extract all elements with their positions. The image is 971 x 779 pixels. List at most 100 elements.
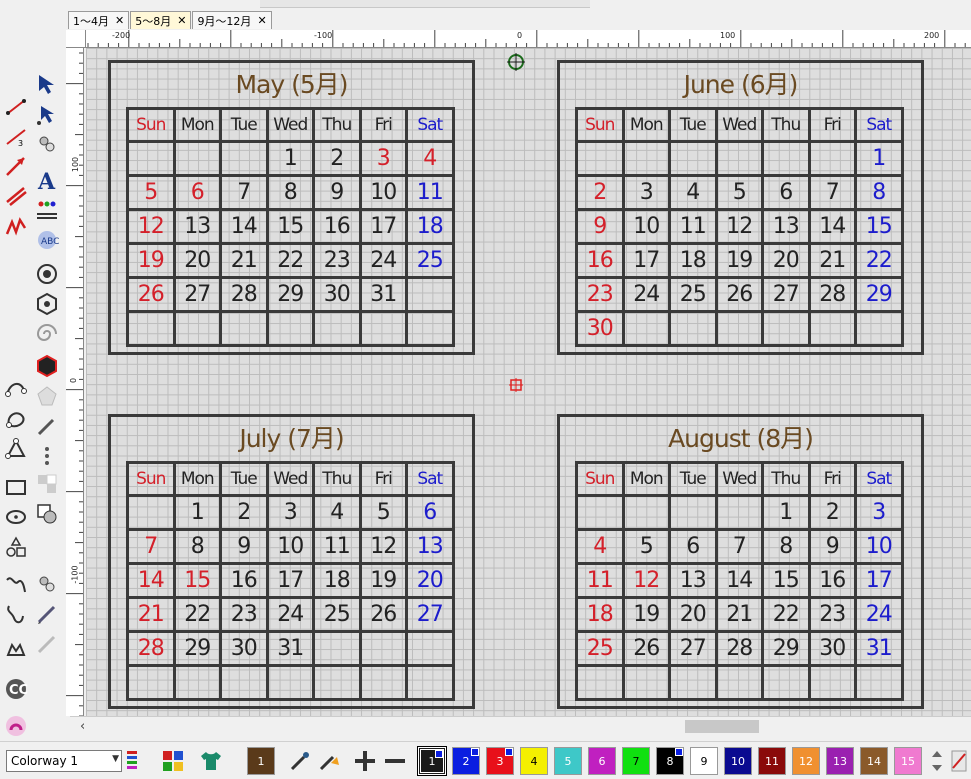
calendar-day-cell [575, 494, 625, 531]
pentagon-icon[interactable] [33, 382, 61, 410]
close-icon[interactable]: ✕ [115, 14, 124, 27]
pen-icon[interactable] [33, 600, 61, 628]
start-point-icon[interactable] [507, 53, 525, 71]
calendar-day-cell: 24 [854, 596, 904, 633]
text-icon[interactable]: A [33, 166, 61, 194]
palette-swatch-8[interactable]: 8 [656, 747, 684, 775]
scroll-left-icon[interactable]: ‹ [80, 719, 85, 734]
shirt-icon[interactable] [198, 748, 224, 774]
ellipse-icon[interactable] [2, 503, 30, 531]
freehand-icon[interactable] [2, 570, 30, 598]
center-point-icon[interactable] [509, 378, 523, 392]
palette-swatch-4[interactable]: 4 [520, 747, 548, 775]
calendar-day-cell: 22 [761, 596, 811, 633]
palette-swatch-5[interactable]: 5 [554, 747, 582, 775]
freehand-closed-icon[interactable] [2, 600, 30, 628]
paint-bucket-icon[interactable] [316, 748, 342, 774]
zigzag-stitch-icon[interactable] [2, 212, 30, 240]
pen-disabled-icon[interactable] [33, 630, 61, 658]
select-arrow-icon[interactable] [33, 70, 61, 98]
hexagon-icon[interactable] [33, 290, 61, 318]
calendar-day-cell [761, 664, 811, 701]
current-color-swatch[interactable]: 1 [247, 747, 275, 775]
calendar-day-cell: 28 [219, 276, 269, 313]
design-canvas[interactable]: May (5月) Sun Mon Tue Wed Thu Fri Sat 1 2 3 4 5 6 7 8 9 1… [86, 48, 971, 716]
weekday-header: Wed [265, 107, 315, 143]
color-grid-icon[interactable] [160, 748, 186, 774]
close-icon[interactable]: ✕ [177, 14, 186, 27]
calendar-day-cell: 21 [219, 242, 269, 279]
calendar-day-cell: 26 [126, 276, 176, 313]
closed-curve-icon[interactable] [2, 405, 30, 433]
palette-scroll-icon[interactable] [930, 748, 944, 774]
lettering-icon[interactable]: ABC [33, 226, 61, 254]
stitch-converter-icon[interactable] [33, 570, 61, 598]
palette-swatch-9[interactable]: 9 [690, 747, 718, 775]
tab-sep-dec[interactable]: 9月～12月 ✕ [192, 11, 272, 29]
palette-swatch-1[interactable]: 1 [417, 746, 447, 776]
tab-jan-apr[interactable]: 1～4月 ✕ [68, 11, 130, 29]
calendar-july[interactable]: July (7月) Sun Mon Tue Wed Thu Fri Sat 1 2 3 4 5 6 7 8 9… [108, 414, 475, 709]
add-color-icon[interactable] [352, 748, 378, 774]
palette-swatch-label: 15 [901, 754, 915, 768]
colorway-list-icon[interactable] [125, 748, 139, 774]
weekday-header: Wed [714, 461, 764, 497]
calendar-day-cell: 8 [854, 174, 904, 211]
ruler-label: 100 [71, 156, 81, 173]
remove-color-icon[interactable] [382, 748, 408, 774]
point-edit-icon[interactable] [33, 100, 61, 128]
calendar-day-cell: 27 [405, 596, 455, 633]
palette-swatch-7[interactable]: 7 [622, 747, 650, 775]
arrow-stitch-icon[interactable] [2, 152, 30, 180]
calendar-day-cell: 9 [575, 208, 625, 245]
thread-chart-icon[interactable] [950, 748, 968, 774]
tab-may-aug[interactable]: 5～8月 ✕ [130, 11, 192, 29]
weekday-header: Sun [575, 461, 625, 497]
calendar-day-cell: 21 [807, 242, 857, 279]
palette-swatch-15[interactable]: 15 [894, 747, 922, 775]
palette-swatch-10[interactable]: 10 [724, 747, 752, 775]
colorway-select[interactable]: Colorway 1 ▼ [6, 750, 122, 772]
palette-swatch-3[interactable]: 3 [486, 747, 514, 775]
stitch-edit-icon[interactable] [33, 130, 61, 158]
fill-stop-icon[interactable] [33, 352, 61, 380]
brush-icon[interactable] [33, 412, 61, 440]
weekday-header: Mon [621, 461, 671, 497]
ruler-label: -200 [112, 31, 131, 40]
text-on-path-icon[interactable] [33, 196, 61, 224]
calendar-day-cell: 21 [126, 596, 176, 633]
applique-icon[interactable] [2, 635, 30, 663]
calendar-day-cell: 15 [172, 562, 222, 599]
eyedropper-icon[interactable] [287, 748, 313, 774]
calendar-june[interactable]: June (6月) Sun Mon Tue Wed Thu Fri Sat 1 2 3 4 5 6 7 8 9… [557, 60, 924, 355]
radial-fill-icon[interactable] [33, 260, 61, 288]
spiral-icon[interactable] [33, 320, 61, 348]
horizontal-scrollbar[interactable]: ‹ [70, 716, 971, 736]
dots-icon[interactable] [33, 442, 61, 470]
combine-shapes-icon[interactable] [33, 500, 61, 528]
scrollbar-thumb[interactable] [685, 720, 759, 733]
fill-pattern-icon[interactable] [33, 470, 61, 498]
calendar-august[interactable]: August (8月) Sun Mon Tue Wed Thu Fri Sat 1 2 3 4 5 6 7… [557, 414, 924, 709]
double-line-icon[interactable] [2, 182, 30, 210]
palette-swatch-14[interactable]: 14 [860, 747, 888, 775]
calendar-week-row: 1234 [126, 140, 455, 177]
polygon-node-icon[interactable] [2, 435, 30, 463]
close-icon[interactable]: ✕ [257, 14, 266, 27]
calendar-week-row: 16 17 18 19 20 21 22 [575, 242, 904, 279]
palette-swatch-12[interactable]: 12 [792, 747, 820, 775]
calendar-day-cell [172, 664, 222, 701]
palette-swatch-13[interactable]: 13 [826, 747, 854, 775]
calendar-may[interactable]: May (5月) Sun Mon Tue Wed Thu Fri Sat 1 2 3 4 5 6 7 8 9 1… [108, 60, 475, 355]
triple-stitch-icon[interactable]: 3 [2, 122, 30, 150]
magnet-icon[interactable] [2, 712, 30, 740]
calendar-day-cell: 16 [807, 562, 857, 599]
line-stitch-icon[interactable] [2, 92, 30, 120]
palette-swatch-11[interactable]: 11 [758, 747, 786, 775]
palette-swatch-6[interactable]: 6 [588, 747, 616, 775]
shapes-icon[interactable] [2, 533, 30, 561]
rectangle-icon[interactable] [2, 473, 30, 501]
palette-swatch-2[interactable]: 2 [452, 747, 480, 775]
curve-node-icon[interactable] [2, 375, 30, 403]
monogram-icon[interactable]: CC [2, 675, 30, 703]
